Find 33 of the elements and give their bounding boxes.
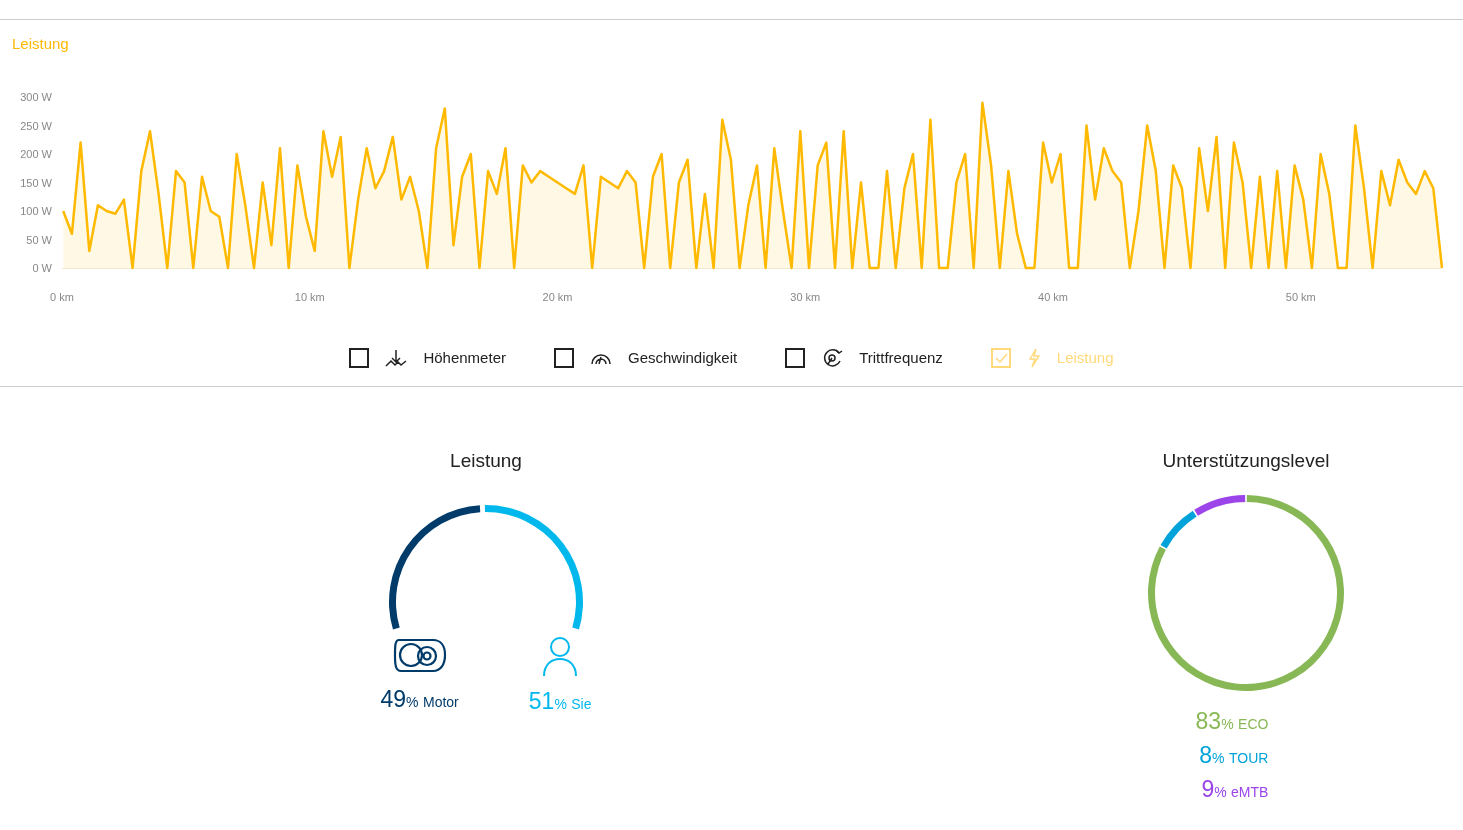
x-axis-label: 50 km xyxy=(1285,291,1316,303)
checkbox[interactable] xyxy=(785,348,806,368)
speedometer-icon xyxy=(589,351,612,365)
person-icon xyxy=(542,635,579,676)
x-axis-label: 30 km xyxy=(790,291,821,303)
y-axis-label: 200 W xyxy=(20,148,52,160)
y-axis-label: 250 W xyxy=(20,119,52,132)
chart-title: Leistung xyxy=(12,35,69,52)
percentage-text: 8% TOUR xyxy=(1199,740,1269,770)
percentage-text: 51% Sie xyxy=(528,686,592,716)
checkbox[interactable] xyxy=(553,348,574,368)
y-axis-label: 150 W xyxy=(20,176,52,189)
percentage-text: 83% ECO xyxy=(1195,706,1269,736)
x-axis-label: 40 km xyxy=(1038,291,1068,303)
y-axis-label: 300 W xyxy=(20,91,52,103)
legend-label[interactable]: Höhenmeter xyxy=(423,346,506,370)
checkbox[interactable] xyxy=(349,348,370,368)
y-axis-label: 50 W xyxy=(26,233,52,246)
y-axis-label: 100 W xyxy=(20,205,52,217)
percentage-text: 9% eMTB xyxy=(1201,774,1269,804)
y-axis-label: 0 W xyxy=(32,262,52,274)
x-axis-label: 20 km xyxy=(542,291,573,303)
checkmark-icon xyxy=(993,352,1008,364)
legend-label[interactable]: Geschwindigkeit xyxy=(627,346,738,370)
x-axis-label: 0 km xyxy=(50,291,74,303)
section-title: Unterstützungslevel xyxy=(1162,449,1330,473)
percentage-text: 49% Motor xyxy=(380,684,459,714)
elevation-icon xyxy=(385,348,408,368)
legend-label[interactable]: Trittfrequenz xyxy=(859,346,943,370)
section-title: Leistung xyxy=(450,449,522,473)
x-axis-label: 10 km xyxy=(294,291,325,303)
cadence-icon xyxy=(821,347,844,369)
lightning-icon xyxy=(1026,348,1041,368)
